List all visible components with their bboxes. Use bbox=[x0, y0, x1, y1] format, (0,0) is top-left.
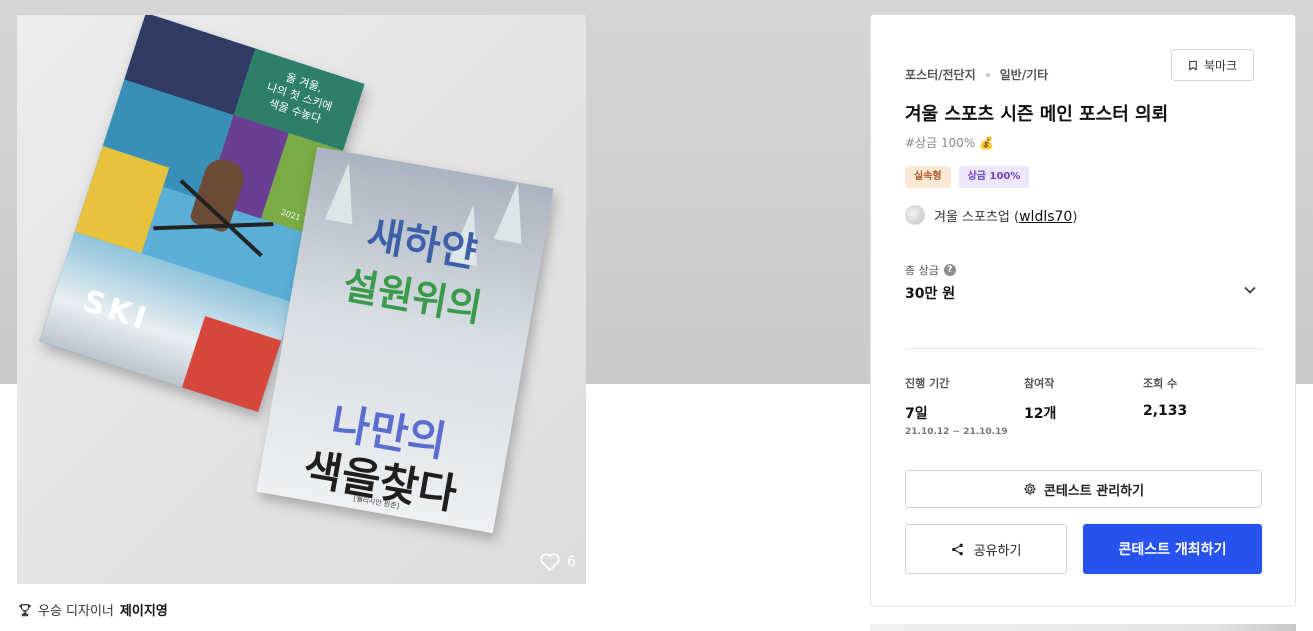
winner-designer: 우승 디자이너 제이지영 bbox=[18, 600, 168, 619]
prize-label: 총 상금 ? bbox=[905, 262, 956, 278]
host-avatar bbox=[905, 205, 925, 225]
next-section-edge bbox=[870, 624, 1296, 631]
chevron-down-icon[interactable] bbox=[1243, 283, 1257, 297]
winner-label: 우승 디자이너 bbox=[38, 604, 114, 619]
manage-contest-label: 콘테스트 관리하기 bbox=[1043, 483, 1145, 499]
help-icon[interactable]: ? bbox=[943, 264, 956, 276]
breadcrumb: 포스터/전단지 일반/기타 bbox=[905, 66, 1048, 83]
share-button[interactable]: 공유하기 bbox=[905, 524, 1067, 574]
trophy-icon bbox=[19, 603, 31, 616]
badge-type: 실속형 bbox=[905, 166, 951, 188]
contest-title: 겨울 스포츠 시즌 메인 포스터 의뢰 bbox=[905, 104, 1169, 125]
badge-prize: 상금 100% bbox=[958, 166, 1030, 188]
heart-icon bbox=[540, 553, 560, 572]
stat-period: 진행 기간 7일 21.10.12 ~ 21.10.19 bbox=[905, 377, 1008, 437]
contest-info-card: 포스터/전단지 일반/기타 북마크 겨울 스포츠 시즌 메인 포스터 의뢰 #상… bbox=[870, 14, 1296, 607]
manage-contest-button[interactable]: 콘테스트 관리하기 bbox=[905, 470, 1262, 508]
share-label: 공유하기 bbox=[973, 543, 1022, 559]
breadcrumb-subcategory[interactable]: 일반/기타 bbox=[1000, 66, 1049, 83]
contest-hashtag[interactable]: #상금 100% 💰 bbox=[905, 134, 994, 151]
breadcrumb-separator bbox=[985, 72, 990, 77]
breadcrumb-category[interactable]: 포스터/전단지 bbox=[905, 66, 976, 83]
host-handle-link[interactable]: wldls70 bbox=[1019, 209, 1072, 225]
bookmark-icon bbox=[1189, 60, 1197, 71]
like-count: 6 bbox=[567, 554, 576, 570]
divider bbox=[905, 348, 1263, 349]
contest-winner-image[interactable]: 올 겨울, 나의 첫 스키에 색을 수놓다 2021 SKI 새하얀 설원위의 … bbox=[17, 15, 586, 584]
host-info: 겨울 스포츠업 (wldls70) bbox=[905, 205, 1077, 225]
host-contest-button[interactable]: 콘테스트 개최하기 bbox=[1083, 524, 1262, 574]
bookmark-button[interactable]: 북마크 bbox=[1171, 49, 1254, 81]
stat-views: 조회 수 2,133 bbox=[1143, 377, 1188, 419]
bookmark-label: 북마크 bbox=[1203, 58, 1238, 73]
host-name: 겨울 스포츠업 ( bbox=[934, 209, 1020, 225]
stat-entries: 참여작 12개 bbox=[1024, 377, 1057, 422]
gear-icon bbox=[1024, 483, 1036, 495]
winner-name[interactable]: 제이지영 bbox=[120, 600, 168, 619]
like-button[interactable]: 6 bbox=[539, 552, 576, 572]
prize-value: 30만 원 bbox=[905, 286, 956, 302]
contest-badges: 실속형 상금 100% bbox=[905, 166, 1030, 188]
share-icon bbox=[951, 543, 963, 555]
